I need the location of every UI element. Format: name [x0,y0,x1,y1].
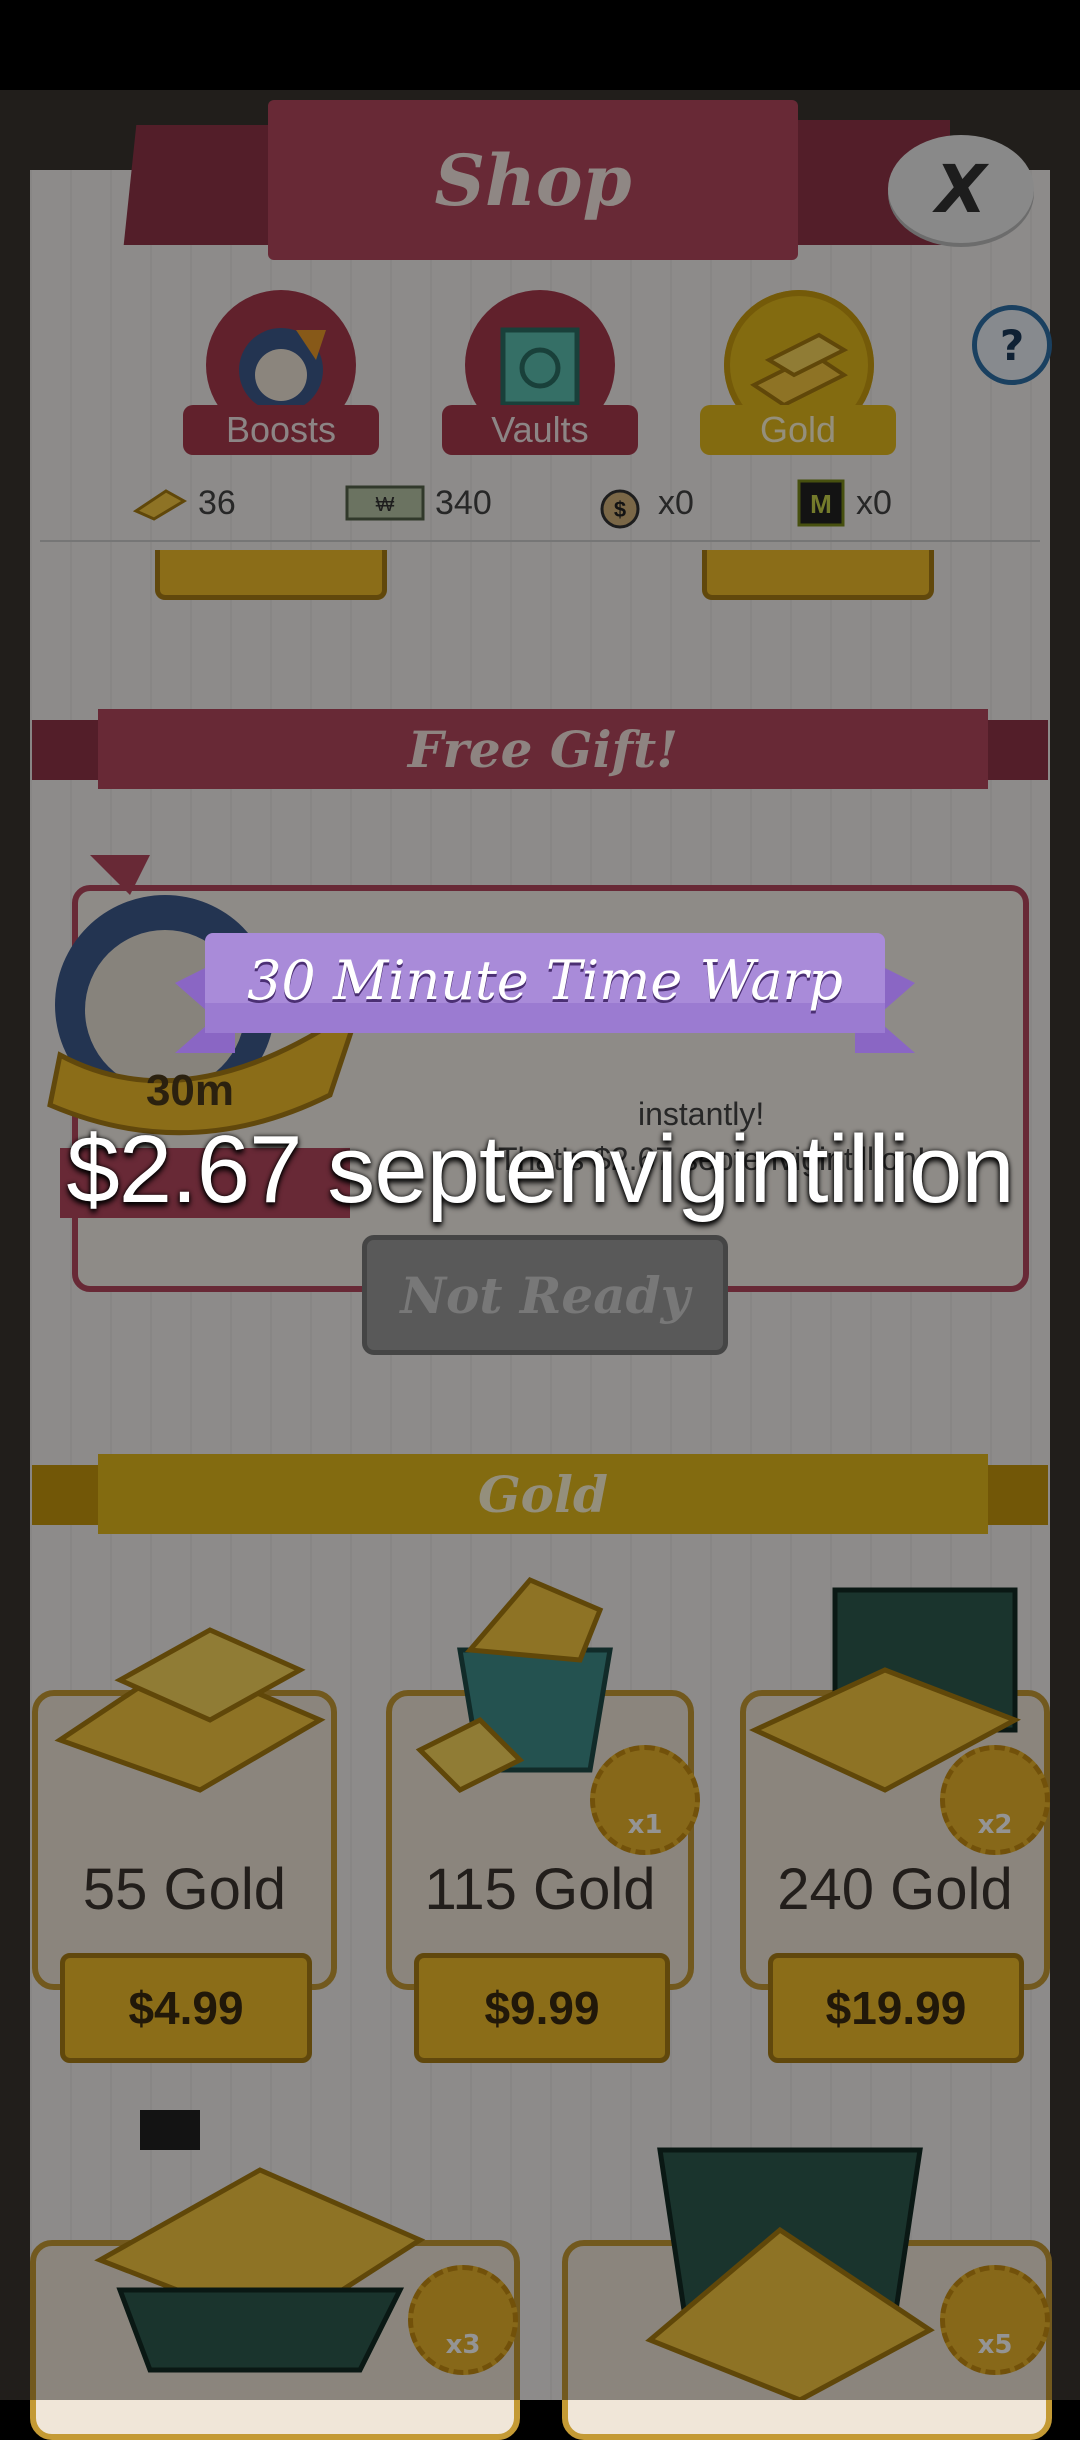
reward-amount: $2.67 septenvigintillion [66,1116,1014,1223]
reward-title: 30 Minute Time Warp [247,948,843,1012]
